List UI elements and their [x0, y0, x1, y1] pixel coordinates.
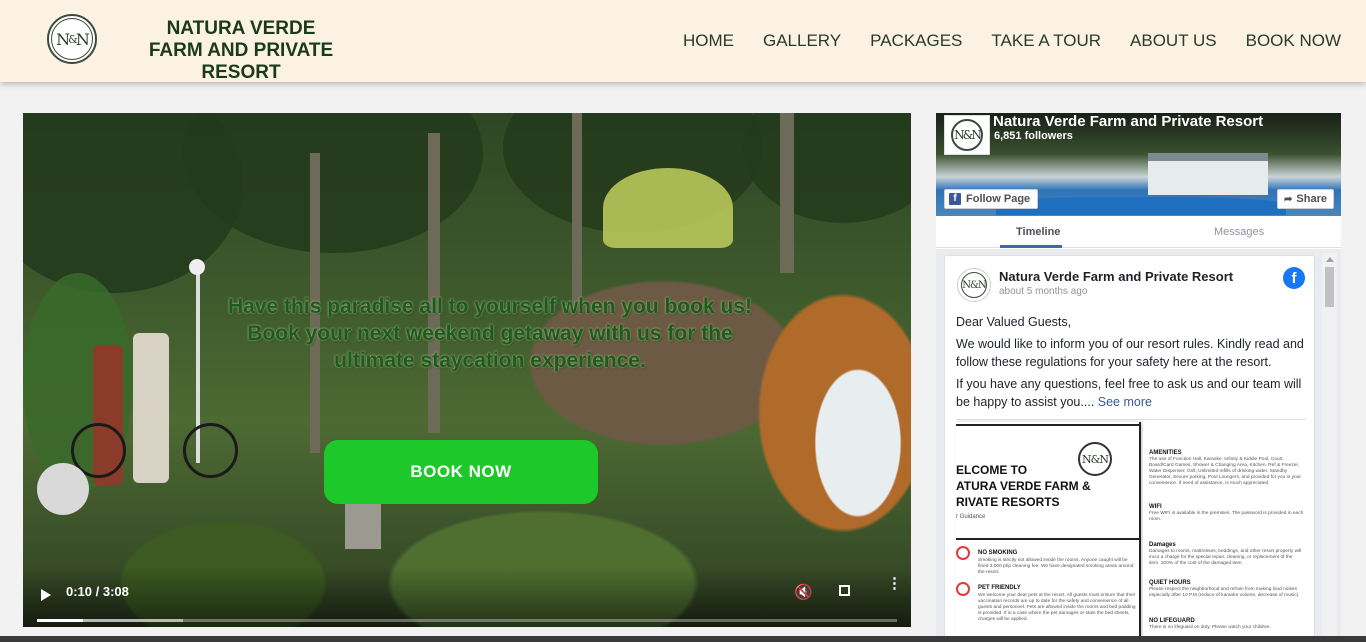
fb-tabs: Timeline Messages [936, 216, 1341, 248]
fb-post-avatar-monogram: N & N [961, 272, 987, 298]
tree-trunk [572, 113, 582, 303]
doc-wifi-title: WIFI [1149, 504, 1162, 510]
nav-take-a-tour[interactable]: TAKE A TOUR [991, 31, 1101, 51]
divider [956, 419, 1306, 420]
mute-icon[interactable]: 🔇 [794, 583, 813, 601]
hero-video[interactable]: Have this paradise all to yourself when … [23, 113, 911, 627]
tab-timeline[interactable]: Timeline [1016, 226, 1060, 238]
person-figure [133, 333, 169, 483]
doc-no-smoking-title: NO SMOKING [978, 550, 1018, 556]
hero-book-now-button[interactable]: BOOK NOW [324, 440, 598, 504]
pet-icon [956, 582, 970, 596]
logo-monogram: N & N [51, 18, 93, 60]
doc-pet-title: PET FRIENDLY [978, 585, 1021, 591]
fb-post-paragraph: If you have any questions, feel free to … [956, 377, 1302, 409]
scrollbar-thumb[interactable] [1325, 267, 1334, 307]
doc-quiet-title: QUIET HOURS [1149, 580, 1191, 586]
nav-packages[interactable]: PACKAGES [870, 31, 962, 51]
doc-damages-title: Damages [1149, 542, 1176, 548]
fb-follow-page-button[interactable]: f Follow Page [944, 189, 1039, 209]
brand-name[interactable]: NATURA VERDE FARM AND PRIVATE RESORT [108, 18, 374, 84]
brand-line1: NATURA VERDE [166, 18, 316, 39]
hero-headline-line2: Book your next weekend getaway with us f… [247, 322, 733, 372]
doc-lifeguard-title: NO LIFEGUARD [1149, 618, 1195, 624]
fb-cover-photo[interactable]: N & N Natura Verde Farm and Private Resort… [936, 113, 1341, 216]
tree-trunk [428, 133, 440, 433]
active-tab-indicator [1000, 245, 1062, 248]
fb-scrollbar[interactable] [1322, 253, 1337, 642]
facebook-page-widget: N & N Natura Verde Farm and Private Resort… [936, 113, 1341, 642]
doc-header-box: N & N ELCOME TO ATURA VERDE FARM & RIVATE … [956, 424, 1139, 540]
resort-logo[interactable]: N & N [47, 14, 97, 64]
fb-post-image[interactable]: N & N ELCOME TO ATURA VERDE FARM & RIVATE … [956, 422, 1308, 639]
doc-guidance: r Guidance [956, 514, 986, 520]
play-icon[interactable] [41, 589, 51, 601]
doc-no-smoking-text: Smoking is strictly not allowed inside t… [978, 558, 1134, 575]
fb-post-author[interactable]: Natura Verde Farm and Private Resort [999, 269, 1233, 284]
doc-welcome-title: ELCOME TO ATURA VERDE FARM & RIVATE RESO… [956, 463, 1091, 509]
no-smoking-icon [956, 546, 970, 560]
fb-page-name[interactable]: Natura Verde Farm and Private Resort [993, 113, 1263, 130]
fb-post-avatar[interactable]: N & N [957, 268, 991, 302]
hero-headline-line1: Have this paradise all to yourself when … [228, 295, 752, 318]
foliage-shape [743, 113, 911, 223]
fb-share-label: Share [1296, 193, 1327, 205]
video-time: 0:10 / 3:08 [66, 584, 129, 599]
nav-home[interactable]: HOME [683, 31, 734, 51]
hero-headline: Have this paradise all to yourself when … [215, 293, 765, 374]
potted-plant [603, 168, 733, 248]
share-arrow-icon: ➦ [1284, 193, 1293, 205]
nav-gallery[interactable]: GALLERY [763, 31, 841, 51]
facebook-logo-icon[interactable]: f [1283, 267, 1305, 289]
more-options-icon[interactable]: ⋮ [887, 576, 902, 591]
brand-line2: FARM AND PRIVATE RESORT [148, 40, 334, 83]
facebook-f-icon: f [949, 193, 961, 205]
fb-post-time[interactable]: about 5 months ago [999, 286, 1087, 297]
fb-cover-pool [996, 197, 1286, 215]
fb-post-body: Dear Valued Guests, We would like to inf… [956, 313, 1306, 415]
lamp-globe [189, 259, 205, 275]
doc-damages-text: Damages to rooms, mattresses, beddings, … [1149, 549, 1302, 566]
fb-avatar-monogram: N & N [951, 119, 983, 151]
window-bottom-edge [0, 636, 1366, 642]
main-nav: HOME GALLERY PACKAGES TAKE A TOUR ABOUT … [683, 31, 1366, 51]
video-progress-bar[interactable] [37, 619, 897, 622]
video-progress-fill [37, 619, 84, 622]
fb-share-button[interactable]: ➦ Share [1277, 189, 1334, 209]
fb-page-avatar[interactable]: N & N [944, 115, 990, 155]
doc-quiet-text: Please respect the neighborhood and refr… [1149, 587, 1300, 598]
tree-trunk [780, 113, 794, 273]
doc-amenities-title: AMENITIES [1149, 450, 1182, 456]
scroll-up-arrow-icon[interactable] [1326, 257, 1334, 262]
nav-book-now[interactable]: BOOK NOW [1246, 31, 1341, 51]
fb-timeline-feed: N & N Natura Verde Farm and Private Resort… [936, 249, 1341, 642]
doc-pet-text: We welcome your dear pets at the resort.… [978, 593, 1136, 622]
stone-sphere [37, 463, 89, 515]
see-more-link[interactable]: See more [1098, 395, 1152, 409]
site-header: N & N NATURA VERDE FARM AND PRIVATE RESORT… [0, 0, 1366, 84]
fb-cover-house [1148, 153, 1268, 195]
doc-right-panel: AMENITIES The use of Function Hall, Kara… [1143, 422, 1308, 639]
nav-about-us[interactable]: ABOUT US [1130, 31, 1217, 51]
tab-messages[interactable]: Messages [1214, 226, 1264, 238]
fb-post-paragraph: We would like to inform you of our resor… [956, 337, 1304, 369]
doc-wifi-text: Free WIFI is available in the premises. … [1149, 511, 1304, 522]
doc-left-panel: N & N ELCOME TO ATURA VERDE FARM & RIVATE … [956, 422, 1141, 639]
fb-post: N & N Natura Verde Farm and Private Resort… [944, 255, 1315, 640]
fb-follow-label: Follow Page [966, 193, 1031, 205]
fb-followers-count: 6,851 followers [994, 130, 1073, 142]
fullscreen-icon[interactable] [839, 585, 850, 596]
video-controls: 0:10 / 3:08 🔇 ⋮ [23, 567, 911, 627]
stone-lantern [345, 503, 381, 549]
bicycle-wheel [183, 423, 238, 478]
fb-post-greeting: Dear Valued Guests, [956, 315, 1072, 329]
doc-amenities-text: The use of Function Hall, Karaoke, Infin… [1149, 457, 1301, 486]
doc-lifeguard-text: There is no lifeguard on duty. Please wa… [1149, 625, 1271, 630]
